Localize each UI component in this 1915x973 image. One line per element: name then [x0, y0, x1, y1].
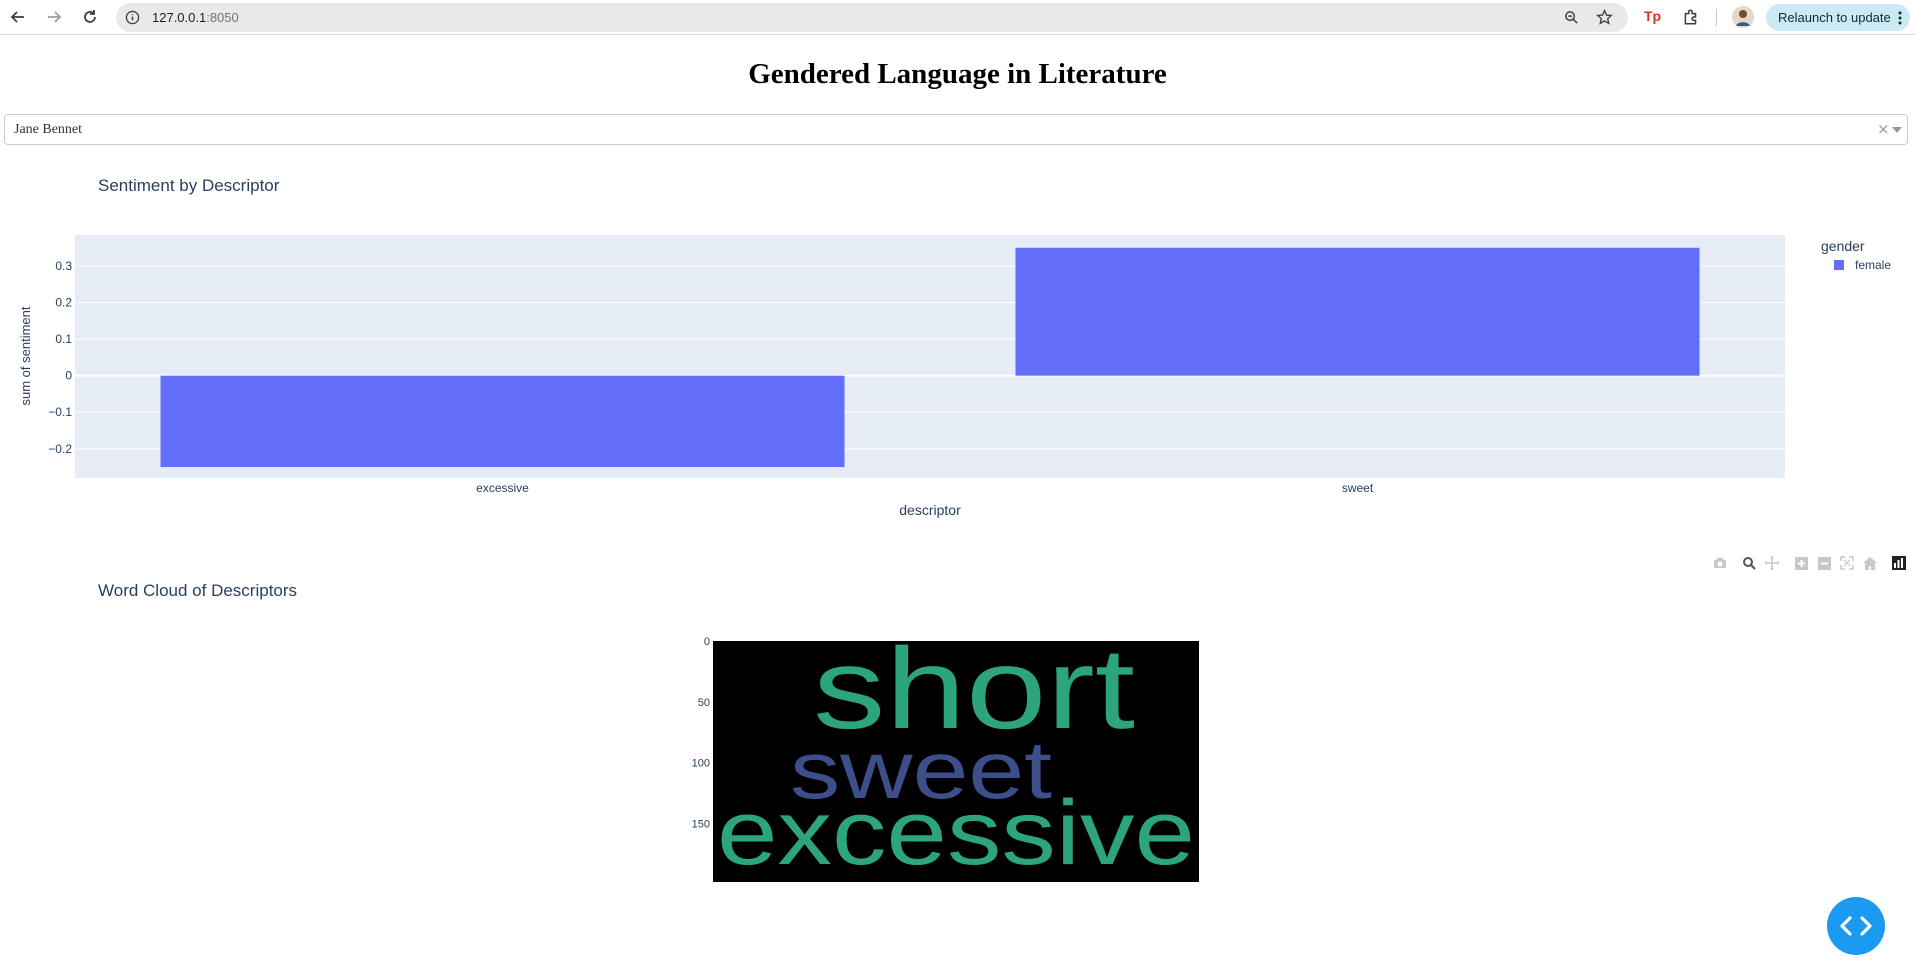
sentiment-bar-chart[interactable]: 0.3 0.2 0.1 0 −0.1 −0.2 excessive sweet descri… — [0, 210, 1915, 540]
url-host: 127.0.0.1 — [152, 10, 207, 25]
wordcloud-y-tick: 50 — [698, 697, 710, 709]
sentiment-chart-title: Sentiment by Descriptor — [98, 176, 280, 195]
zoom-icon[interactable] — [1564, 10, 1579, 25]
forward-button[interactable] — [42, 5, 66, 29]
wordcloud-y-tick: 100 — [692, 758, 710, 770]
dropdown-selected-value: Jane Bennet — [14, 122, 83, 137]
reset-axes-icon[interactable] — [1860, 553, 1880, 573]
y-axis-title: sum of sentiment — [18, 306, 33, 405]
camera-icon[interactable] — [1710, 553, 1730, 573]
url-text: 127.0.0.1:8050 — [152, 10, 239, 25]
page-title: Gendered Language in Literature — [748, 58, 1167, 90]
extension-badge[interactable]: Tp — [1644, 8, 1661, 24]
x-tick-label: sweet — [1342, 481, 1374, 495]
relaunch-label: Relaunch to update — [1778, 10, 1891, 25]
wordcloud-y-tick: 0 — [704, 636, 710, 648]
toolbar-divider — [1716, 9, 1717, 26]
y-tick-labels: 0.3 0.2 0.1 0 −0.1 −0.2 — [48, 259, 72, 456]
plotly-modebar — [1710, 553, 1909, 573]
wordcloud-y-ticks: 0 50 100 150 — [692, 636, 710, 830]
character-dropdown[interactable]: Jane Bennet × — [4, 114, 1908, 145]
x-tick-label: excessive — [476, 481, 529, 495]
legend-swatch — [1834, 260, 1844, 270]
back-button[interactable] — [6, 5, 30, 29]
zoom-in-icon[interactable] — [1791, 553, 1811, 573]
browser-toolbar: 127.0.0.1:8050 Tp Relaunch to update — [0, 0, 1915, 35]
y-tick-label: 0.1 — [55, 332, 72, 346]
profile-avatar-icon[interactable] — [1732, 6, 1754, 28]
y-tick-label: −0.1 — [48, 405, 72, 419]
wordcloud-y-tick: 150 — [692, 818, 710, 830]
bar-excessive[interactable] — [160, 375, 845, 468]
relaunch-button[interactable]: Relaunch to update — [1766, 4, 1910, 31]
reload-button[interactable] — [78, 5, 102, 29]
zoom-out-icon[interactable] — [1814, 553, 1834, 573]
extensions-icon[interactable] — [1682, 8, 1700, 26]
zoom-icon[interactable] — [1739, 553, 1759, 573]
wordcloud-chart[interactable]: short sweet excessive 050100150 01002003… — [660, 632, 1220, 882]
autoscale-icon[interactable] — [1837, 553, 1857, 573]
plotly-logo-icon[interactable] — [1889, 553, 1909, 573]
forward-arrow-icon — [48, 11, 62, 23]
legend-item-female[interactable]: female — [1834, 258, 1891, 272]
x-axis-title: descriptor — [899, 502, 961, 518]
chevron-down-icon[interactable] — [1892, 127, 1902, 133]
cloud-word-excessive: excessive — [717, 782, 1195, 882]
code-toggle-icon — [1840, 916, 1872, 936]
bookmark-star-icon[interactable] — [1596, 9, 1613, 26]
more-vert-icon — [1898, 11, 1902, 25]
url-port: :8050 — [206, 10, 239, 25]
clear-icon[interactable]: × — [1877, 120, 1890, 138]
site-info-icon[interactable] — [125, 10, 140, 25]
back-arrow-icon — [10, 11, 24, 23]
y-tick-label: 0 — [65, 369, 72, 383]
code-toggle-button[interactable] — [1827, 897, 1885, 955]
wordcloud-title: Word Cloud of Descriptors — [98, 581, 298, 600]
legend-title: gender — [1821, 238, 1865, 254]
y-tick-label: 0.2 — [55, 296, 72, 310]
y-tick-label: 0.3 — [55, 259, 72, 273]
pan-icon[interactable] — [1762, 553, 1782, 573]
address-bar[interactable]: 127.0.0.1:8050 — [116, 3, 1628, 32]
legend-label: female — [1855, 258, 1891, 272]
bar-sweet[interactable] — [1015, 247, 1700, 376]
reload-icon — [84, 10, 96, 23]
x-tick-labels: excessive sweet — [476, 481, 1374, 495]
y-tick-label: −0.2 — [48, 442, 72, 456]
